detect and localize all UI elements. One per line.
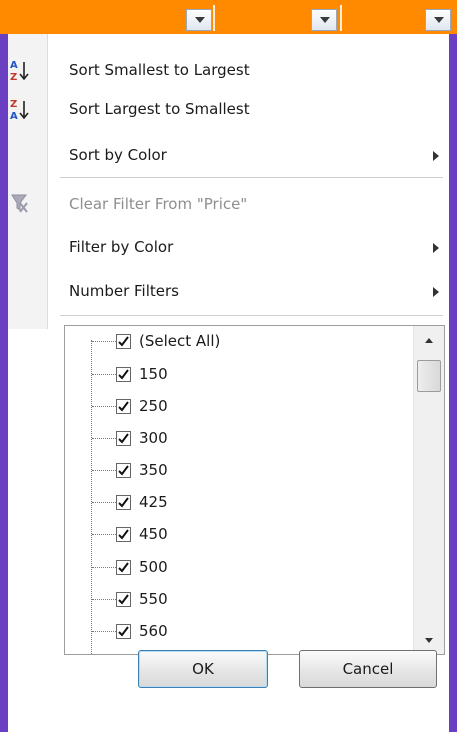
- value-label: 450: [139, 525, 168, 543]
- checkmark-icon: [118, 594, 129, 605]
- value-checkbox[interactable]: [116, 495, 131, 510]
- tree-connector: [92, 341, 116, 342]
- sort-ascending-icon: A Z: [8, 59, 46, 83]
- tree-connector: [92, 374, 116, 375]
- tree-connector: [92, 406, 116, 407]
- submenu-arrow-icon: [433, 151, 439, 161]
- filter-by-color-item[interactable]: Filter by Color: [8, 230, 449, 266]
- select-all-row[interactable]: (Select All): [65, 326, 405, 358]
- vertical-scrollbar[interactable]: [413, 326, 444, 654]
- cancel-button[interactable]: Cancel: [299, 650, 437, 688]
- checkmark-icon: [118, 562, 129, 573]
- filter-dropdown-button[interactable]: [311, 9, 337, 31]
- sort-ascending-item[interactable]: A Z Sort Smallest to Largest: [8, 53, 449, 89]
- value-label: 560: [139, 622, 168, 640]
- value-checkbox[interactable]: [116, 527, 131, 542]
- sort-descending-label: Sort Largest to Smallest: [69, 100, 250, 118]
- select-all-checkbox[interactable]: [116, 334, 131, 349]
- sort-by-color-label: Sort by Color: [69, 146, 167, 164]
- sort-descending-item[interactable]: Z A Sort Largest to Smallest: [8, 92, 449, 128]
- checkmark-icon: [118, 626, 129, 637]
- checkmark-icon: [118, 401, 129, 412]
- checkmark-icon: [118, 529, 129, 540]
- scroll-up-button[interactable]: [414, 328, 444, 350]
- filter-dropdown-button[interactable]: [425, 9, 451, 31]
- number-filters-label: Number Filters: [69, 282, 179, 300]
- filter-by-color-label: Filter by Color: [69, 238, 174, 256]
- tree-connector: [92, 631, 116, 632]
- value-checkbox[interactable]: [116, 560, 131, 575]
- value-row[interactable]: 250: [65, 391, 405, 423]
- header-divider: [213, 5, 215, 31]
- column-header-bar: [0, 0, 457, 34]
- svg-text:A: A: [10, 60, 18, 71]
- checkmark-icon: [118, 336, 129, 347]
- svg-text:Z: Z: [10, 99, 17, 110]
- scroll-down-icon: [425, 638, 433, 643]
- value-label: 250: [139, 397, 168, 415]
- checkmark-icon: [118, 497, 129, 508]
- value-checkbox[interactable]: [116, 592, 131, 607]
- svg-text:A: A: [10, 111, 18, 122]
- chevron-down-icon: [434, 17, 444, 23]
- value-label: 425: [139, 493, 168, 511]
- clear-filter-item: Clear Filter From "Price": [8, 187, 449, 223]
- checkmark-icon: [118, 465, 129, 476]
- value-checkbox[interactable]: [116, 431, 131, 446]
- autofilter-menu: A Z Sort Smallest to Largest Z A Sort La…: [8, 34, 449, 732]
- value-row[interactable]: 350: [65, 455, 405, 487]
- scroll-up-icon: [425, 338, 433, 343]
- tree-connector: [92, 599, 116, 600]
- value-label: 550: [139, 590, 168, 608]
- clear-filter-label: Clear Filter From "Price": [69, 195, 248, 213]
- tree-connector: [92, 534, 116, 535]
- tree-connector: [92, 438, 116, 439]
- menu-separator: [60, 177, 443, 178]
- filter-dropdown-button[interactable]: [186, 9, 212, 31]
- scroll-thumb[interactable]: [417, 360, 441, 392]
- checkmark-icon: [118, 369, 129, 380]
- tree-connector: [92, 470, 116, 471]
- value-row[interactable]: 500: [65, 552, 405, 584]
- submenu-arrow-icon: [433, 243, 439, 253]
- value-row[interactable]: 560: [65, 616, 405, 648]
- svg-text:Z: Z: [10, 72, 17, 83]
- filter-values-list[interactable]: (Select All) 150 250 300 350 425 450 500…: [64, 325, 445, 655]
- value-row[interactable]: 550: [65, 584, 405, 616]
- menu-separator: [60, 315, 443, 316]
- value-label: 300: [139, 429, 168, 447]
- number-filters-item[interactable]: Number Filters: [8, 274, 449, 310]
- sort-by-color-item[interactable]: Sort by Color: [8, 138, 449, 174]
- value-row[interactable]: 450: [65, 519, 405, 551]
- ok-button[interactable]: OK: [138, 650, 268, 688]
- value-label: 150: [139, 365, 168, 383]
- value-checkbox[interactable]: [116, 624, 131, 639]
- value-row[interactable]: 150: [65, 359, 405, 391]
- value-label: 350: [139, 461, 168, 479]
- value-row[interactable]: 300: [65, 423, 405, 455]
- submenu-arrow-icon: [433, 287, 439, 297]
- tree-connector: [92, 567, 116, 568]
- select-all-label: (Select All): [139, 332, 221, 350]
- clear-filter-icon: [8, 193, 46, 217]
- tree-connector: [92, 502, 116, 503]
- sort-descending-icon: Z A: [8, 98, 46, 122]
- value-row[interactable]: 425: [65, 487, 405, 519]
- value-checkbox[interactable]: [116, 367, 131, 382]
- value-label: 500: [139, 558, 168, 576]
- chevron-down-icon: [195, 17, 205, 23]
- chevron-down-icon: [320, 17, 330, 23]
- scroll-down-button[interactable]: [414, 630, 444, 652]
- header-divider: [340, 5, 342, 31]
- value-checkbox[interactable]: [116, 463, 131, 478]
- sort-ascending-label: Sort Smallest to Largest: [69, 61, 250, 79]
- checkmark-icon: [118, 433, 129, 444]
- value-checkbox[interactable]: [116, 399, 131, 414]
